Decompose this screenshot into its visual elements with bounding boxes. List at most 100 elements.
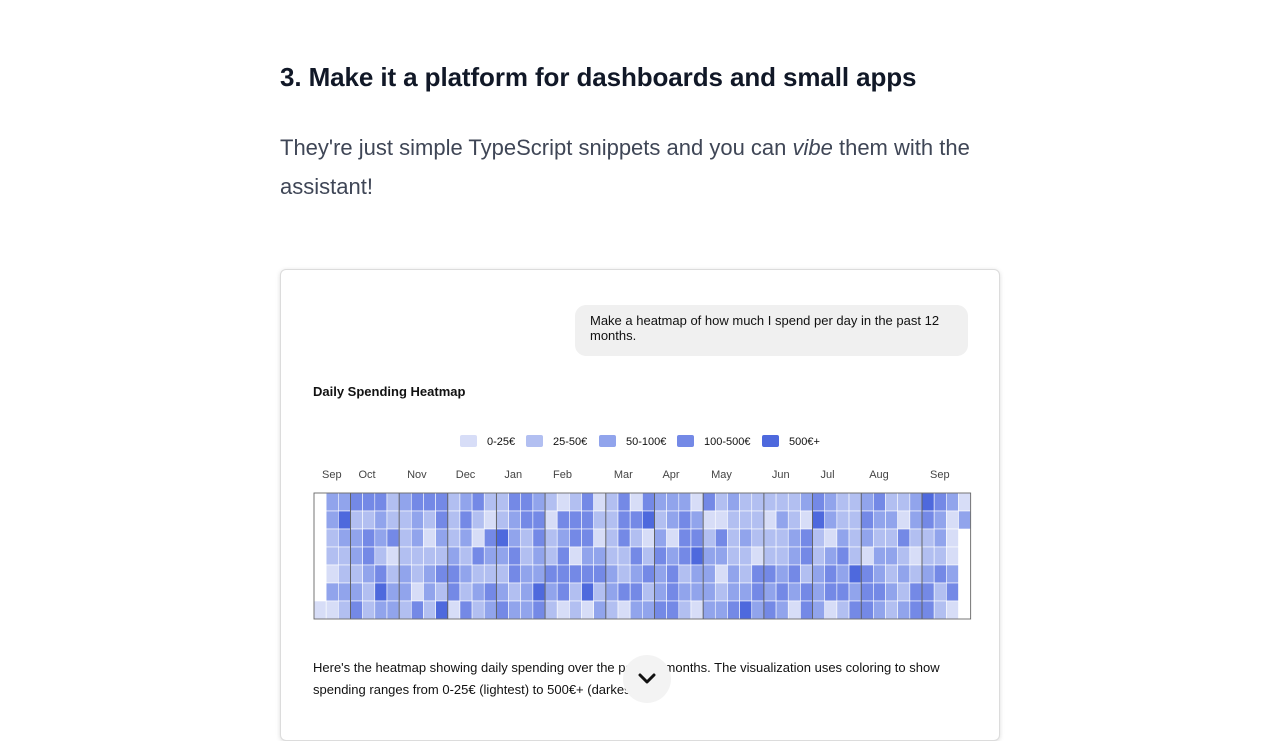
heatmap-cell [897, 492, 911, 512]
intro-text: They're just simple TypeScript snippets … [280, 135, 793, 160]
heatmap-cell [325, 564, 339, 584]
heatmap-cell [362, 600, 376, 620]
heatmap-cell [921, 546, 935, 566]
heatmap-cell [848, 528, 862, 548]
heatmap-cell [666, 546, 680, 566]
heatmap-cell [593, 492, 607, 512]
heatmap-cell [678, 582, 692, 602]
user-message-bubble: Make a heatmap of how much I spend per d… [575, 305, 968, 356]
heatmap-cell [873, 492, 886, 512]
heatmap-cell [435, 492, 449, 512]
heatmap-cell [398, 510, 412, 530]
heatmap-cell [410, 492, 424, 512]
legend-label: 50-100€ [626, 436, 666, 448]
heatmap-cell [496, 564, 509, 584]
heatmap-cell [605, 492, 619, 512]
scroll-down-button[interactable] [623, 655, 671, 703]
heatmap-cell [544, 582, 558, 602]
heatmap-cell [423, 492, 436, 512]
month-label: Jun [772, 469, 790, 481]
heatmap-cell [787, 528, 801, 548]
heatmap-cell [496, 528, 509, 548]
heatmap-cell [873, 510, 886, 530]
heatmap-cell [569, 528, 582, 548]
heatmap-cell [398, 492, 412, 512]
heatmap-cell [459, 600, 473, 620]
heatmap-cell [459, 546, 473, 566]
heatmap-cell [556, 492, 570, 512]
month-label: Oct [358, 469, 375, 481]
heatmap-cell [690, 582, 704, 602]
heatmap-cell [848, 492, 862, 512]
heatmap-cell [933, 510, 947, 530]
heatmap-cell [496, 510, 509, 530]
heatmap-cell [946, 564, 959, 584]
heatmap-cell [338, 546, 351, 566]
heatmap-cell [751, 600, 765, 620]
heatmap-cell [532, 546, 546, 566]
heatmap-cell [909, 600, 923, 620]
spending-heatmap: 0-25€ 25-50€ 50-100€ 100-500€ 500€+ Sep Oct Nov… [313, 435, 972, 620]
heatmap-cell [946, 546, 959, 566]
heatmap-cell [787, 546, 801, 566]
heatmap-cell [897, 510, 911, 530]
heatmap-cell [933, 582, 947, 602]
heatmap-cell [386, 600, 400, 620]
heatmap-cell [775, 582, 789, 602]
month-label: Aug [869, 469, 889, 481]
heatmap-cell [471, 600, 485, 620]
heatmap-cell [459, 582, 473, 602]
heatmap-cell [471, 582, 485, 602]
heatmap-cell [885, 492, 898, 512]
heatmap-cell [410, 528, 424, 548]
heatmap-cell [593, 582, 607, 602]
heatmap-cell [666, 564, 680, 584]
heatmap-cell [423, 528, 436, 548]
heatmap-cell [447, 546, 461, 566]
heatmap-cell [471, 510, 485, 530]
heatmap-cell [714, 492, 728, 512]
heatmap-cell [714, 528, 728, 548]
heatmap-cell [544, 528, 558, 548]
legend-label: 500€+ [789, 436, 820, 448]
heatmap-cell [775, 546, 789, 566]
heatmap-cell [897, 528, 911, 548]
heatmap-cell [751, 528, 765, 548]
heatmap-cell [946, 582, 959, 602]
heatmap-cell [642, 492, 655, 512]
heatmap-cell [605, 528, 619, 548]
heatmap-cell [556, 510, 570, 530]
heatmap-cell [435, 600, 449, 620]
heatmap-cell [374, 600, 388, 620]
heatmap-cell [617, 492, 631, 512]
heatmap-cell [325, 528, 339, 548]
heatmap-cell [763, 492, 777, 512]
heatmap-cell [909, 546, 923, 566]
intro-paragraph: They're just simple TypeScript snippets … [280, 128, 1000, 206]
heatmap-cell [471, 492, 485, 512]
heatmap-cell [423, 582, 436, 602]
heatmap-cell [617, 546, 631, 566]
heatmap-cell [775, 564, 789, 584]
heatmap-cell [775, 528, 789, 548]
heatmap-cell [958, 510, 971, 530]
legend-label: 25-50€ [553, 436, 587, 448]
heatmap-cell [581, 528, 594, 548]
heatmap-cell [836, 528, 850, 548]
heatmap-cell [812, 546, 826, 566]
heatmap-cell [787, 492, 801, 512]
heatmap-cell [398, 582, 412, 602]
heatmap-cell [897, 564, 911, 584]
heatmap-cell [447, 528, 461, 548]
heatmap-cell [885, 582, 898, 602]
heatmap-cell [885, 510, 898, 530]
heatmap-cell [824, 546, 838, 566]
month-label: Mar [614, 469, 633, 481]
heatmap-cell [873, 564, 886, 584]
heatmap-cell [483, 600, 497, 620]
heatmap-cell [812, 510, 826, 530]
heatmap-cell [787, 564, 801, 584]
heatmap-cell [958, 492, 971, 512]
heatmap-cell [739, 582, 753, 602]
heatmap-cell [885, 528, 898, 548]
